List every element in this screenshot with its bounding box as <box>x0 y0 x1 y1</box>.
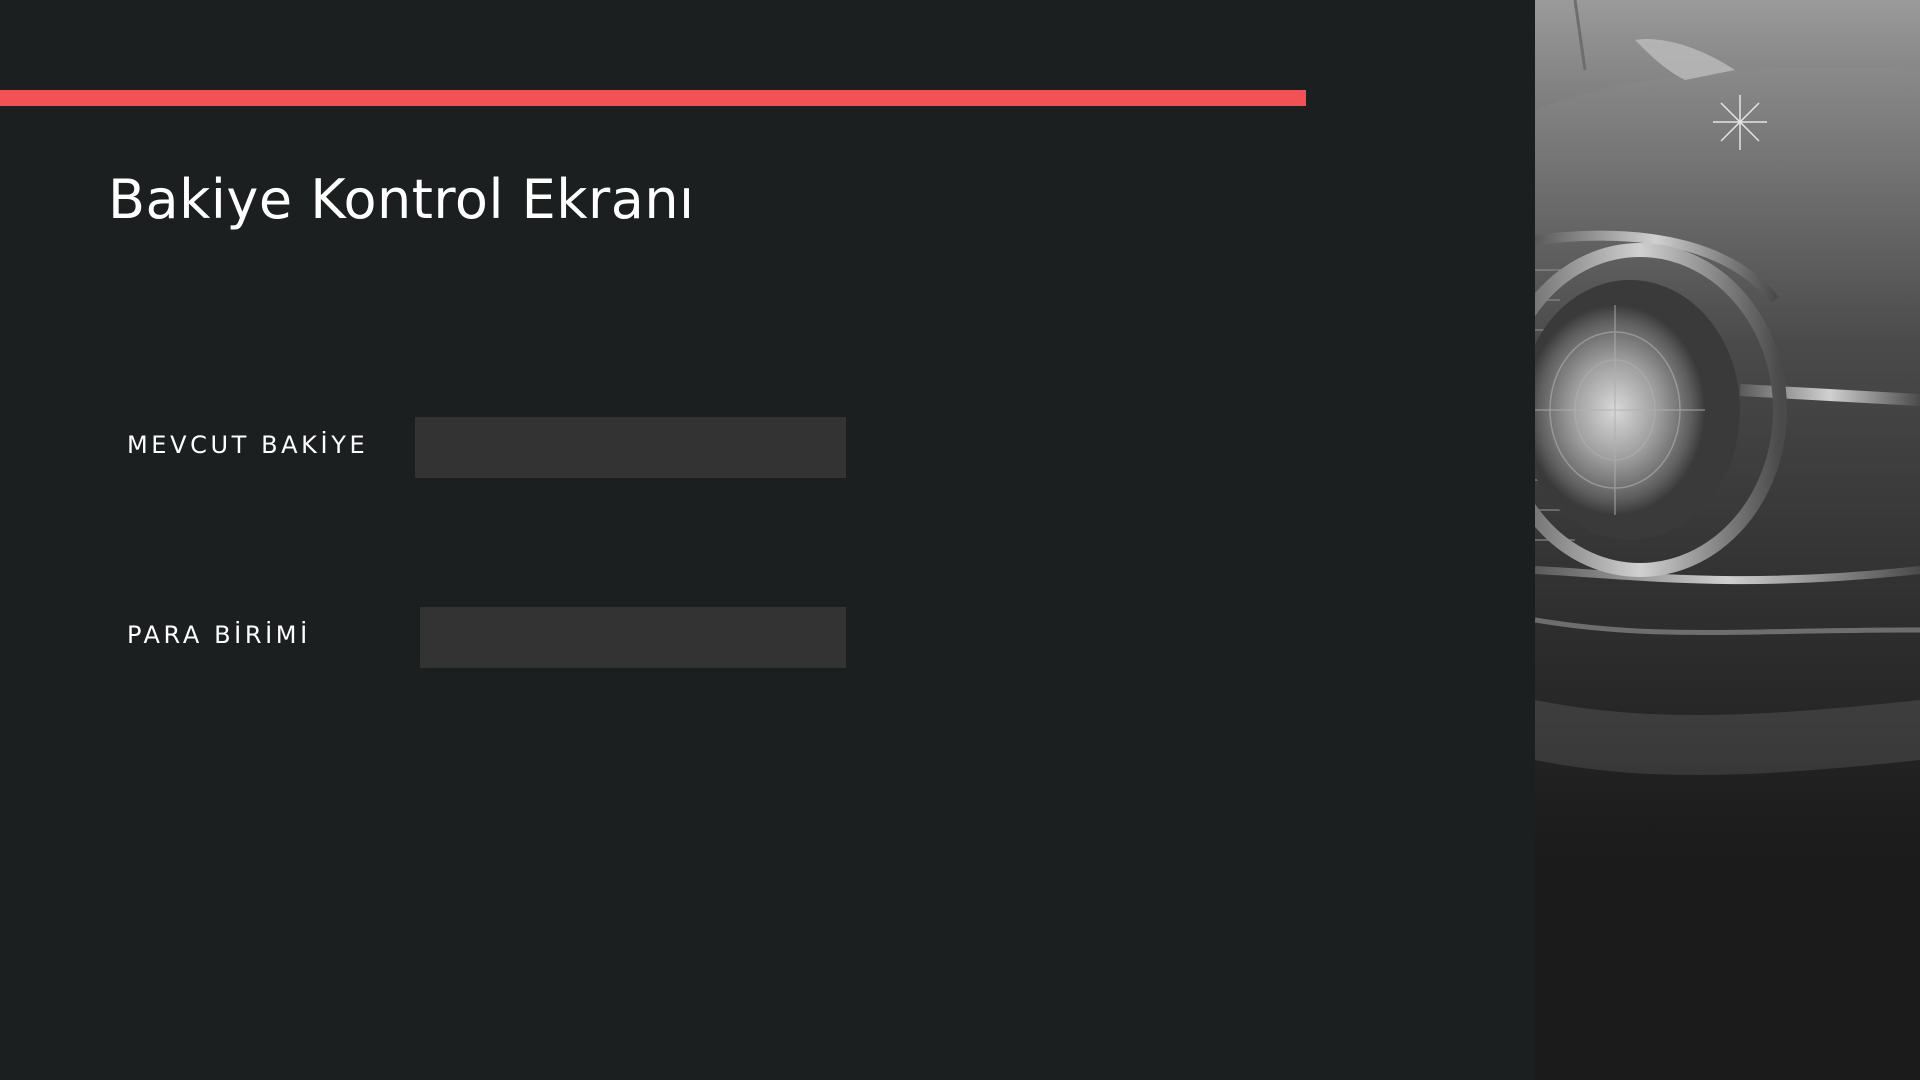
balance-field[interactable] <box>415 417 846 478</box>
balance-check-screen: Bakiye Kontrol Ekranı MEVCUT BAKİYE PARA… <box>0 0 1920 1080</box>
accent-bar <box>0 90 1306 106</box>
page-title: Bakiye Kontrol Ekranı <box>108 168 695 231</box>
car-headlight-illustration <box>1535 0 1920 1080</box>
balance-label: MEVCUT BAKİYE <box>127 431 369 459</box>
currency-label: PARA BİRİMİ <box>127 621 311 649</box>
currency-field[interactable] <box>420 607 846 668</box>
car-photo <box>1535 0 1920 1080</box>
